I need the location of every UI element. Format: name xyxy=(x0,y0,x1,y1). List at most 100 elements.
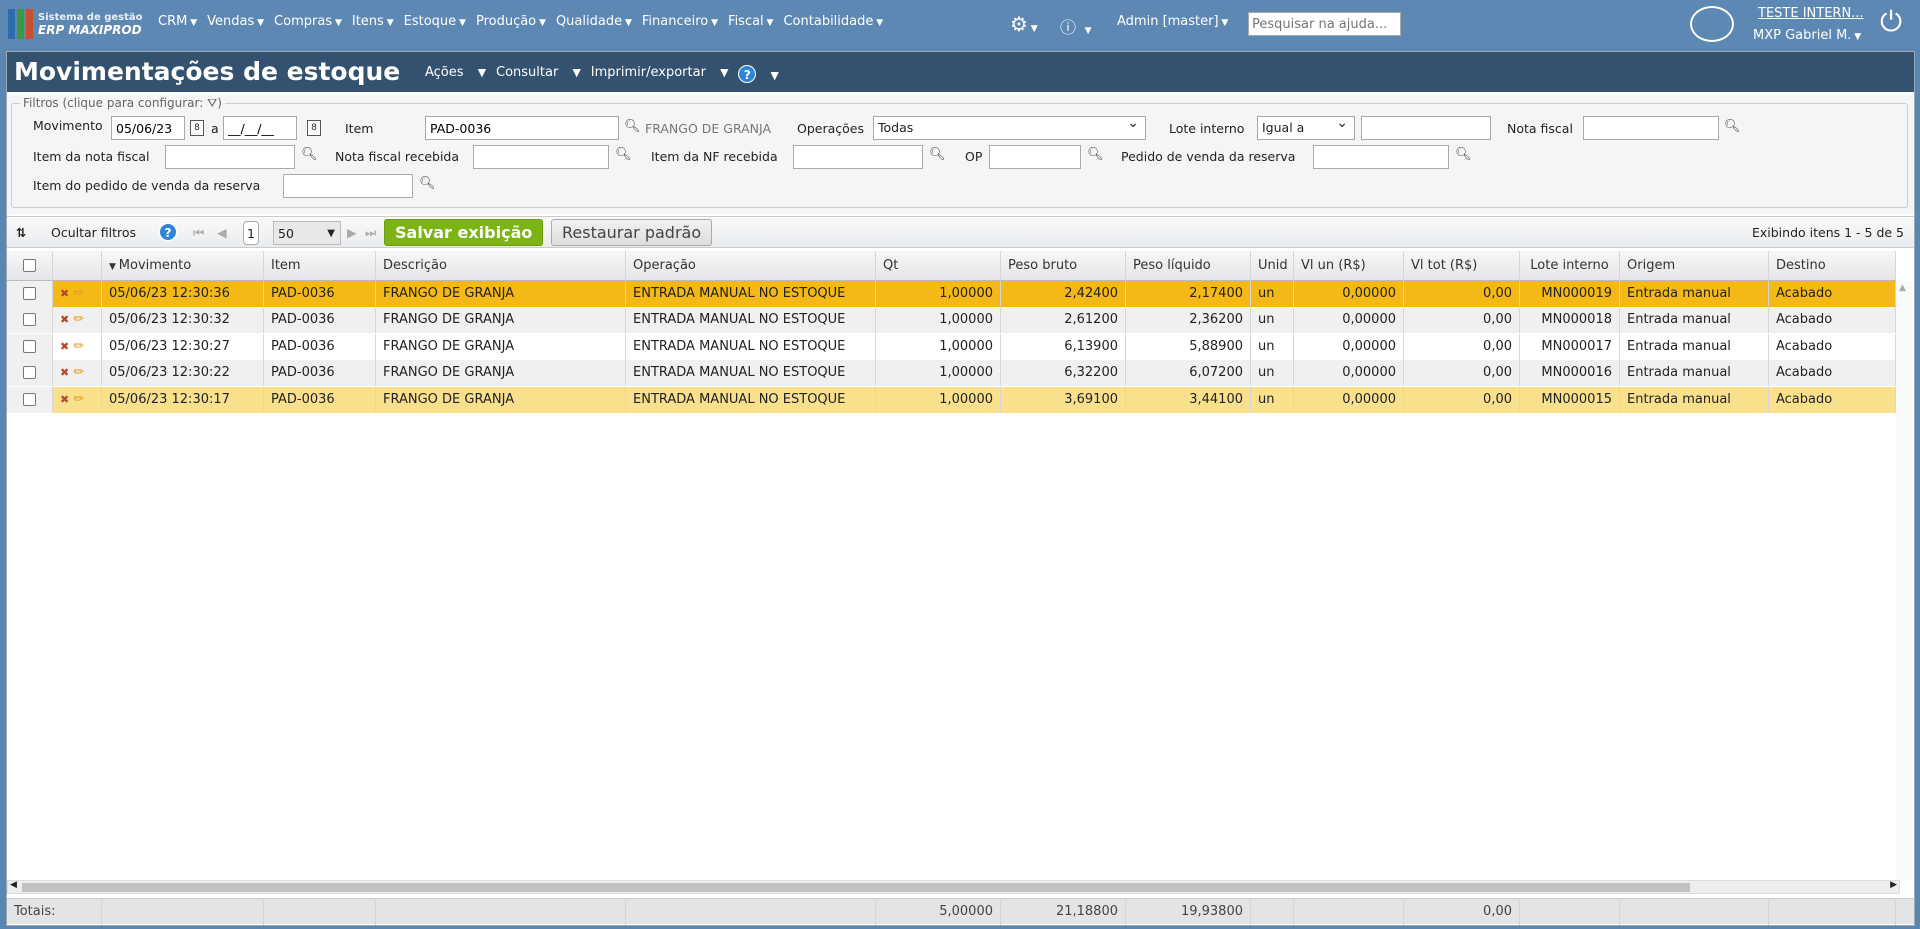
search-icon[interactable]: 🔍︎ xyxy=(615,147,632,162)
item-pedido-venda-input[interactable] xyxy=(283,174,413,198)
last-page-icon[interactable]: ⏭ xyxy=(365,221,376,245)
column-header[interactable]: Unid xyxy=(1251,251,1294,280)
grid-help-icon[interactable]: ? xyxy=(159,221,177,245)
menu-vendas[interactable]: Vendas xyxy=(207,14,264,29)
menu-crm[interactable]: CRM xyxy=(158,14,197,29)
page-size-select[interactable]: 50 ▼ xyxy=(273,221,341,245)
menu-estoque[interactable]: Estoque xyxy=(404,14,466,29)
column-header[interactable]: Vl tot (R$) xyxy=(1404,251,1520,280)
calendar-icon[interactable]: 8 xyxy=(190,120,204,136)
page-number-input[interactable]: 1 xyxy=(243,221,259,245)
column-header[interactable]: Origem xyxy=(1620,251,1769,280)
user-menu[interactable]: MXP Gabriel M. ▼ xyxy=(1753,28,1861,43)
pedido-venda-input[interactable] xyxy=(1313,145,1449,169)
prev-page-icon[interactable]: ◀ xyxy=(217,221,227,245)
next-page-icon[interactable]: ▶ xyxy=(347,221,357,245)
refresh-icon[interactable]: ⇅ xyxy=(16,221,26,245)
help-menu-icon[interactable]: ⓘ ▼ xyxy=(1060,14,1092,38)
delete-icon[interactable]: ✖ xyxy=(60,313,69,326)
movimento-to-input[interactable] xyxy=(223,116,297,140)
column-header[interactable]: Descrição xyxy=(376,251,626,280)
first-page-icon[interactable]: ⏮ xyxy=(193,221,204,245)
search-icon[interactable]: 🔍︎ xyxy=(929,147,946,162)
search-icon[interactable]: 🔍︎ xyxy=(419,176,436,191)
company-link[interactable]: TESTE INTERN... xyxy=(1758,6,1864,21)
menu-qualidade[interactable]: Qualidade xyxy=(556,14,632,29)
menu-financeiro[interactable]: Financeiro xyxy=(642,14,718,29)
grid-cell: Acabado xyxy=(1769,360,1896,387)
column-header[interactable]: Item xyxy=(264,251,376,280)
item-nf-recebida-input[interactable] xyxy=(793,145,923,169)
column-header[interactable]: ▼ Movimento xyxy=(102,251,264,280)
column-header[interactable]: Peso bruto xyxy=(1001,251,1126,280)
search-icon[interactable]: 🔍︎ xyxy=(1087,147,1104,162)
help-search-input[interactable] xyxy=(1248,12,1401,36)
power-logout-icon[interactable]: ⏻ xyxy=(1880,8,1902,36)
select-all-checkbox[interactable] xyxy=(23,259,36,272)
op-input[interactable] xyxy=(989,145,1081,169)
lote-operator-select[interactable]: Igual a xyxy=(1257,115,1355,140)
column-header[interactable]: Lote interno xyxy=(1520,251,1620,280)
admin-menu[interactable]: Admin [master] ▼ xyxy=(1117,14,1228,29)
delete-icon[interactable]: ✖ xyxy=(60,366,69,379)
horizontal-scrollbar[interactable]: ◀ ▶ xyxy=(7,880,1900,894)
vertical-scrollbar[interactable]: ▲ xyxy=(1896,281,1912,880)
delete-icon[interactable]: ✖ xyxy=(60,340,69,353)
item-description: FRANGO DE GRANJA xyxy=(645,121,772,136)
menu-imprimir-exportar[interactable]: Imprimir/exportar ▼ xyxy=(591,65,729,83)
item-input[interactable] xyxy=(425,116,619,140)
row-checkbox[interactable] xyxy=(23,392,36,406)
page-help-icon[interactable]: ? ▼ xyxy=(738,65,779,83)
table-row[interactable]: ✖ ✏ 05/06/23 12:30:17 PAD-0036 FRANGO DE GR… xyxy=(7,386,1896,413)
operacoes-select[interactable]: Todas xyxy=(873,115,1146,140)
search-icon[interactable]: 🔍︎ xyxy=(1455,147,1472,162)
delete-icon[interactable]: ✖ xyxy=(60,393,69,406)
filters-legend[interactable]: Filtros (clique para configurar: ⛛) xyxy=(20,96,225,111)
op-label: OP xyxy=(965,149,983,164)
column-header[interactable]: Vl un (R$) xyxy=(1294,251,1404,280)
menu-fiscal[interactable]: Fiscal xyxy=(728,14,773,29)
search-icon[interactable]: 🔍︎ xyxy=(624,119,641,134)
menu-itens[interactable]: Itens xyxy=(352,14,394,29)
column-header[interactable]: Destino xyxy=(1769,251,1896,280)
row-checkbox[interactable] xyxy=(23,366,36,380)
edit-pencil-icon[interactable]: ✏ xyxy=(73,286,84,301)
row-checkbox[interactable] xyxy=(23,287,36,300)
lote-interno-input[interactable] xyxy=(1361,116,1491,140)
main-panel: Movimentações de estoque Ações ▼ Consult… xyxy=(6,51,1915,926)
calendar-icon[interactable]: 8 xyxy=(307,120,321,136)
row-checkbox[interactable] xyxy=(23,313,36,327)
column-header[interactable]: Operação xyxy=(626,251,876,280)
restore-default-button[interactable]: Restaurar padrão xyxy=(551,219,713,246)
table-row[interactable]: ✖ ✏ 05/06/23 12:30:36 PAD-0036 FRANGO DE GR… xyxy=(7,281,1896,307)
column-header[interactable]: Qt xyxy=(876,251,1001,280)
menu-compras[interactable]: Compras xyxy=(274,14,342,29)
edit-pencil-icon[interactable]: ✏ xyxy=(73,365,84,380)
edit-pencil-icon[interactable]: ✏ xyxy=(73,312,84,327)
search-icon[interactable]: 🔍︎ xyxy=(301,147,318,162)
chat-icon[interactable] xyxy=(1690,6,1734,42)
edit-pencil-icon[interactable]: ✏ xyxy=(73,339,84,354)
row-checkbox[interactable] xyxy=(23,339,36,353)
table-row[interactable]: ✖ ✏ 05/06/23 12:30:27 PAD-0036 FRANGO DE GR… xyxy=(7,333,1896,360)
movimento-from-input[interactable] xyxy=(111,116,185,140)
menu-acoes[interactable]: Ações ▼ xyxy=(425,65,486,83)
hide-filters-button[interactable]: Ocultar filtros xyxy=(51,221,136,245)
edit-pencil-icon[interactable]: ✏ xyxy=(73,392,84,407)
erp-logo[interactable]: Sistema de gestão ERP MAXIPROD xyxy=(8,9,143,39)
table-row[interactable]: ✖ ✏ 05/06/23 12:30:22 PAD-0036 FRANGO DE GR… xyxy=(7,360,1896,387)
column-header[interactable]: Peso líquido xyxy=(1126,251,1251,280)
menu-produção[interactable]: Produção xyxy=(476,14,546,29)
item-nota-fiscal-input[interactable] xyxy=(165,145,295,169)
delete-icon[interactable]: ✖ xyxy=(60,287,69,300)
menu-consultar[interactable]: Consultar ▼ xyxy=(496,65,581,83)
save-view-button[interactable]: Salvar exibição xyxy=(384,219,544,246)
nf-recebida-input[interactable] xyxy=(473,145,609,169)
settings-gear-icon[interactable]: ⚙ ▼ xyxy=(1010,12,1038,36)
nota-fiscal-input[interactable] xyxy=(1583,116,1719,140)
table-row[interactable]: ✖ ✏ 05/06/23 12:30:32 PAD-0036 FRANGO DE GR… xyxy=(7,307,1896,334)
grid-cell: 05/06/23 12:30:27 xyxy=(102,333,264,360)
menu-contabilidade[interactable]: Contabilidade xyxy=(783,14,883,29)
grid-cell: FRANGO DE GRANJA xyxy=(376,281,626,307)
search-icon[interactable]: 🔍︎ xyxy=(1724,119,1741,134)
